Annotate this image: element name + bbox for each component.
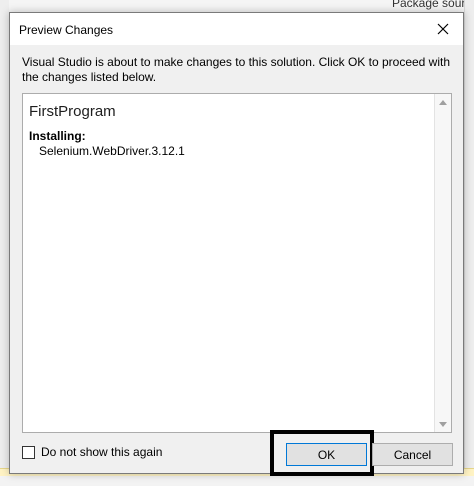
preview-changes-dialog: Preview Changes Visual Studio is about t…: [9, 12, 464, 476]
package-source-label: Package source: [392, 0, 474, 10]
background-right-edge: [464, 0, 474, 486]
installing-label: Installing:: [29, 129, 86, 143]
cancel-button[interactable]: Cancel: [372, 443, 453, 466]
ok-button[interactable]: OK: [286, 443, 367, 466]
dialog-title: Preview Changes: [19, 23, 114, 37]
chevron-up-icon: [439, 99, 447, 105]
close-button[interactable]: [431, 18, 455, 40]
do-not-show-again-label: Do not show this again: [41, 445, 163, 459]
dialog-description: Visual Studio is about to make changes t…: [22, 55, 451, 84]
chevron-down-icon: [439, 421, 447, 427]
package-name: Selenium.WebDriver.3.12.1: [39, 144, 185, 158]
scroll-down-button[interactable]: [435, 416, 451, 432]
changes-list: FirstProgram Installing: Selenium.WebDri…: [22, 93, 452, 433]
scroll-up-button[interactable]: [435, 94, 451, 110]
close-icon: [437, 23, 449, 35]
project-name: FirstProgram: [29, 103, 116, 120]
background-left-edge: [0, 0, 9, 486]
changes-scrollbar[interactable]: [434, 94, 451, 432]
do-not-show-again-option[interactable]: Do not show this again: [22, 445, 162, 459]
do-not-show-again-checkbox[interactable]: [22, 445, 35, 459]
dialog-titlebar: Preview Changes: [10, 13, 463, 45]
background-bottom-bar: [0, 476, 474, 486]
